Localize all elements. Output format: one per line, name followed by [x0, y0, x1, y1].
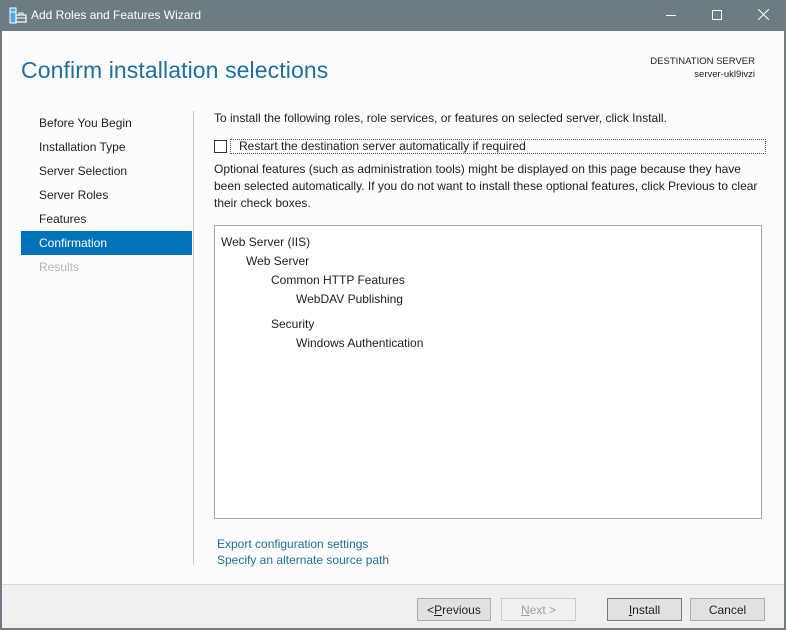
nav-item-server-selection[interactable]: Server Selection	[21, 159, 192, 183]
previous-rest: revious	[442, 602, 481, 617]
window-title: Add Roles and Features Wizard	[31, 8, 202, 22]
title-bar[interactable]: Add Roles and Features Wizard	[0, 0, 786, 31]
wizard-steps-nav: Before You Begin Installation Type Serve…	[21, 111, 192, 279]
nav-item-installation-type[interactable]: Installation Type	[21, 135, 192, 159]
selection-item: Web Server (IIS)	[221, 235, 311, 249]
intro-text: To install the following roles, role ser…	[214, 111, 667, 125]
export-configuration-link[interactable]: Export configuration settings	[217, 536, 389, 552]
maximize-icon	[712, 9, 722, 23]
nav-item-server-roles[interactable]: Server Roles	[21, 183, 192, 207]
alternate-source-path-link[interactable]: Specify an alternate source path	[217, 552, 389, 568]
cancel-button[interactable]: Cancel	[690, 598, 765, 621]
selection-item: WebDAV Publishing	[296, 292, 403, 306]
previous-prefix: <	[427, 602, 435, 617]
restart-checkbox-label[interactable]: Restart the destination server automatic…	[230, 139, 766, 154]
destination-server-name: server-ukl9ivzi	[694, 69, 755, 80]
nav-item-features[interactable]: Features	[21, 207, 192, 231]
minimize-icon	[666, 9, 676, 23]
wizard-footer: < Previous Next > Install Cancel	[2, 584, 784, 628]
links-area: Export configuration settings Specify an…	[217, 536, 389, 568]
nav-item-before-you-begin[interactable]: Before You Begin	[21, 111, 192, 135]
install-button[interactable]: Install	[607, 598, 682, 621]
destination-server-label: DESTINATION SERVER	[650, 56, 755, 67]
next-button: Next >	[501, 598, 576, 621]
nav-item-results: Results	[39, 260, 80, 274]
nav-item-confirmation[interactable]: Confirmation	[21, 231, 192, 255]
previous-button[interactable]: < Previous	[417, 598, 491, 621]
selection-item: Security	[271, 317, 315, 331]
selection-item: Windows Authentication	[296, 336, 424, 350]
next-rest: ext >	[529, 602, 557, 617]
selections-list[interactable]: Web Server (IIS) Web Server Common HTTP …	[214, 225, 762, 519]
next-accel: N	[520, 602, 530, 617]
selection-item: Web Server	[246, 254, 310, 268]
restart-option[interactable]: Restart the destination server automatic…	[214, 139, 766, 154]
nav-divider	[193, 111, 194, 565]
server-manager-wizard-icon	[9, 7, 27, 24]
maximize-button[interactable]	[694, 0, 740, 31]
page-title: Confirm installation selections	[21, 57, 329, 83]
wizard-window: Add Roles and Features Wizard Confirm in…	[0, 0, 786, 630]
minimize-button[interactable]	[648, 0, 694, 31]
restart-checkbox[interactable]	[214, 140, 227, 153]
selection-item: Common HTTP Features	[271, 273, 405, 287]
close-icon	[757, 8, 769, 23]
previous-accel: P	[434, 602, 443, 617]
optional-features-note: Optional features (such as administratio…	[214, 162, 758, 210]
install-rest: nstall	[632, 602, 661, 617]
wizard-body: Confirm installation selections DESTINAT…	[2, 31, 784, 628]
close-button[interactable]	[740, 0, 786, 31]
